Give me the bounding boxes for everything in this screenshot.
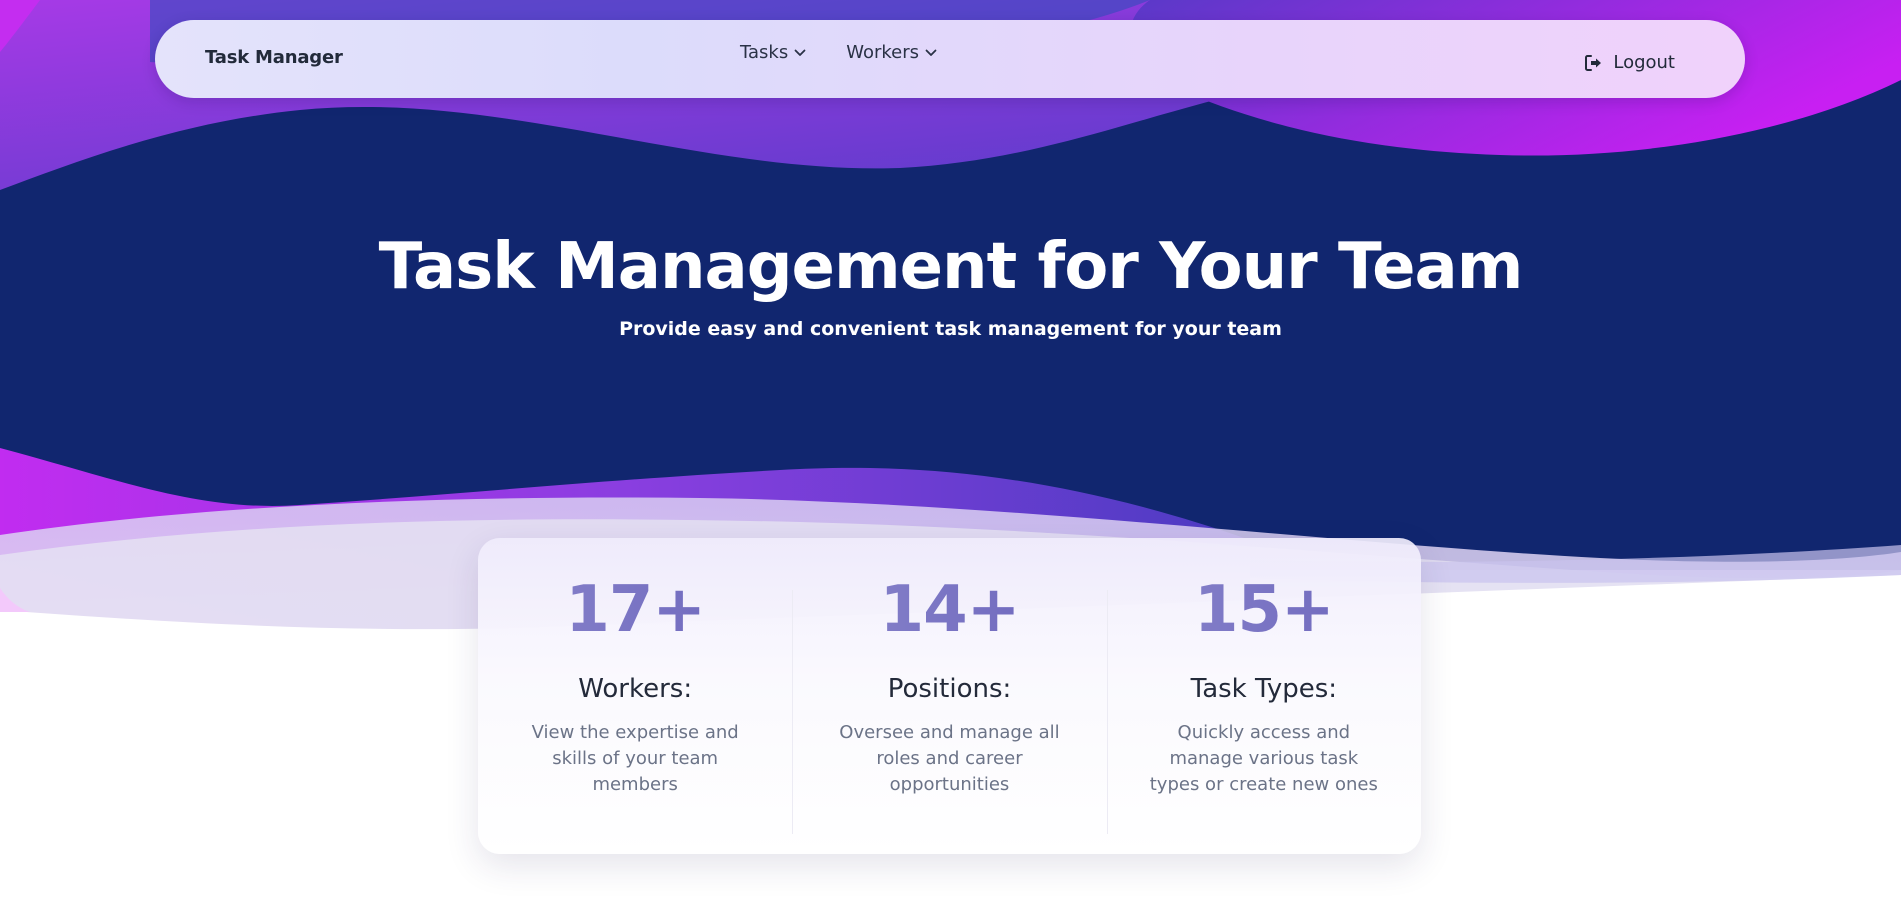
stat-title: Workers: <box>578 674 693 704</box>
stats-card: 17+ Workers: View the expertise and skil… <box>478 538 1421 854</box>
nav-tasks-label: Tasks <box>740 42 789 63</box>
nav-workers-dropdown[interactable]: Workers <box>846 42 937 63</box>
nav-menu: Tasks Workers <box>740 42 937 63</box>
stat-description: View the expertise and skills of your te… <box>531 722 739 795</box>
nav-tasks-dropdown[interactable]: Tasks <box>740 42 806 63</box>
sign-out-icon <box>1585 54 1602 71</box>
stat-title: Positions: <box>887 674 1012 704</box>
hero-subtitle: Provide easy and convenient task managem… <box>619 318 1282 340</box>
stat-number: 14+ <box>792 578 1106 642</box>
logout-button[interactable]: Logout <box>1585 52 1675 73</box>
hero-title: Task Management for Your Team <box>378 230 1524 304</box>
top-navbar: Task Manager Tasks Workers Logout <box>155 20 1745 98</box>
brand-logo[interactable]: Task Manager <box>205 47 343 68</box>
chevron-down-icon <box>925 49 937 56</box>
stat-number: 17+ <box>478 578 792 642</box>
chevron-down-icon <box>794 49 806 56</box>
stat-title: Task Types: <box>1190 674 1338 704</box>
nav-workers-label: Workers <box>846 42 920 63</box>
stat-number: 15+ <box>1107 578 1421 642</box>
stat-description: Quickly access and manage various task t… <box>1149 722 1378 795</box>
stat-positions: 14+ Positions: Oversee and manage all ro… <box>792 538 1106 854</box>
stat-description: Oversee and manage all roles and career … <box>839 722 1060 795</box>
logout-label: Logout <box>1613 52 1675 73</box>
stat-workers: 17+ Workers: View the expertise and skil… <box>478 538 792 854</box>
stat-task-types: 15+ Task Types: Quickly access and manag… <box>1106 538 1421 854</box>
